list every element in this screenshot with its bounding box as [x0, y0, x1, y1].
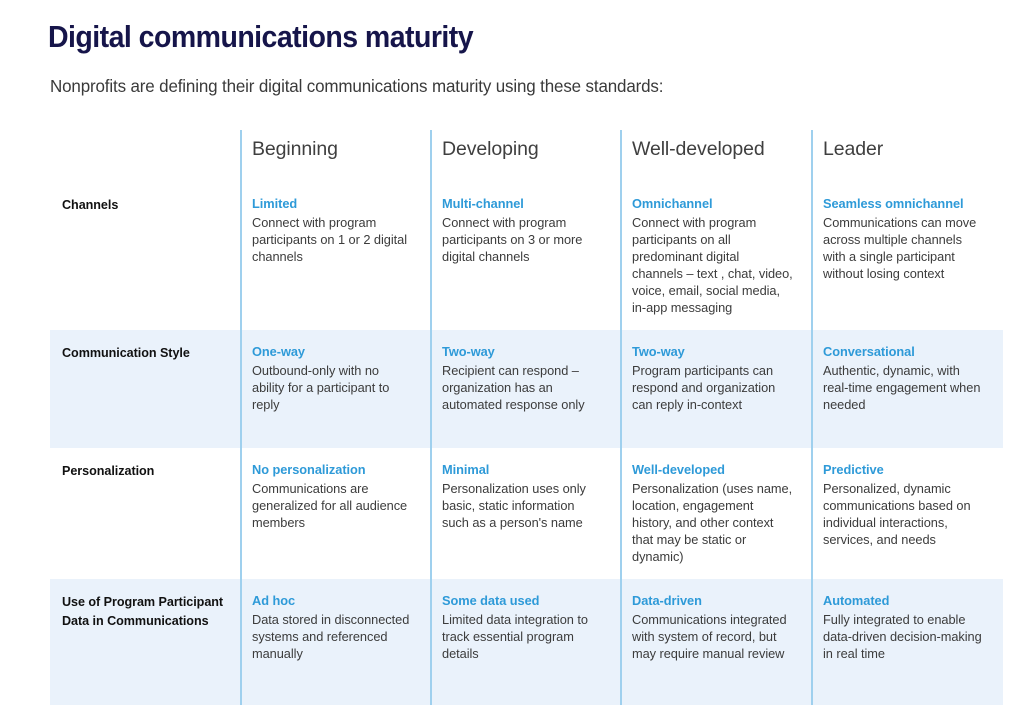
cell-body: Authentic, dynamic, with real-time engag… — [823, 362, 981, 412]
cell-body: Outbound-only with no ability for a part… — [252, 362, 390, 412]
cell-personalization-developing: Minimal Personalization uses only basic,… — [430, 447, 620, 579]
cell-body: Communications integrated with system of… — [632, 611, 787, 661]
cell-body: Personalization (uses name, location, en… — [632, 480, 793, 564]
maturity-matrix-table: Beginning Developing Well-developed Lead… — [50, 130, 1003, 705]
cell-title: Conversational — [823, 343, 915, 359]
table-corner-header — [50, 130, 240, 182]
cell-title: No personalization — [252, 461, 366, 477]
cell-personalization-well-developed: Well-developed Personalization (uses nam… — [620, 447, 811, 579]
row-label-channels: Channels — [50, 182, 240, 330]
cell-body: Connect with program participants on all… — [632, 214, 793, 315]
cell-channels-developing: Multi-channel Connect with program parti… — [430, 182, 620, 330]
cell-title: Two-way — [442, 343, 495, 359]
cell-channels-beginning: Limited Connect with program participant… — [240, 182, 430, 330]
page-subtitle: Nonprofits are defining their digital co… — [50, 75, 664, 96]
cell-title: Limited — [252, 196, 298, 211]
row-label-text: Use of Program Participant Data in Commu… — [62, 594, 224, 628]
cell-data-use-well-developed: Data-driven Communications integrated wi… — [620, 578, 811, 705]
cell-data-use-developing: Some data used Limited data integration … — [430, 578, 620, 705]
cell-personalization-leader: Predictive Personalized, dynamic communi… — [811, 447, 1001, 579]
cell-data-use-leader: Automated Fully integrated to enable dat… — [811, 578, 1001, 705]
cell-title: Some data used — [442, 592, 540, 608]
table-row: Channels Limited Connect with program pa… — [50, 182, 1003, 330]
table-row: Communication Style One-way Outbound-onl… — [50, 329, 1003, 448]
cell-body: Communications are generalized for all a… — [252, 480, 408, 530]
cell-title: One-way — [252, 343, 305, 359]
cell-body: Personalized, dynamic communications bas… — [823, 480, 971, 547]
page-title: Digital communications maturity — [48, 18, 474, 54]
cell-body: Program participants can respond and org… — [632, 362, 776, 412]
cell-title: Multi-channel — [442, 196, 524, 211]
table-row: Use of Program Participant Data in Commu… — [50, 578, 1003, 705]
row-label-personalization: Personalization — [50, 448, 240, 579]
cell-title: Data-driven — [632, 592, 702, 608]
cell-channels-well-developed: Omnichannel Connect with program partici… — [620, 182, 811, 330]
table-header-row: Beginning Developing Well-developed Lead… — [50, 130, 1003, 182]
cell-title: Ad hoc — [252, 592, 296, 608]
page-root: Digital communications maturity Nonprofi… — [0, 0, 1024, 705]
column-header-well-developed: Well-developed — [620, 130, 811, 182]
cell-body: Recipient can respond – organization has… — [442, 362, 585, 412]
cell-title: Automated — [823, 592, 890, 608]
cell-title: Minimal — [442, 461, 490, 477]
cell-personalization-beginning: No personalization Communications are ge… — [240, 447, 430, 579]
column-header-leader: Leader — [811, 130, 1001, 182]
cell-communication-style-developing: Two-way Recipient can respond – organiza… — [430, 329, 620, 448]
cell-channels-leader: Seamless omnichannel Communications can … — [811, 182, 1001, 330]
row-label-text: Channels — [62, 198, 119, 212]
cell-body: Communications can move across multiple … — [823, 214, 977, 281]
cell-body: Data stored in disconnected systems and … — [252, 611, 410, 661]
row-label-text: Personalization — [62, 463, 155, 478]
cell-body: Connect with program participants on 1 o… — [252, 214, 407, 264]
table-row: Personalization No personalization Commu… — [50, 447, 1003, 579]
column-header-beginning: Beginning — [240, 130, 430, 182]
cell-communication-style-well-developed: Two-way Program participants can respond… — [620, 329, 811, 448]
row-label-use-of-program-participant-data: Use of Program Participant Data in Commu… — [50, 579, 240, 705]
cell-title: Two-way — [632, 343, 685, 359]
cell-data-use-beginning: Ad hoc Data stored in disconnected syste… — [240, 578, 430, 705]
cell-title: Seamless omnichannel — [823, 196, 964, 211]
cell-title: Predictive — [823, 461, 884, 477]
cell-communication-style-beginning: One-way Outbound-only with no ability fo… — [240, 329, 430, 448]
cell-body: Connect with program participants on 3 o… — [442, 214, 583, 264]
cell-body: Fully integrated to enable data-driven d… — [823, 611, 982, 661]
cell-title: Well-developed — [632, 461, 725, 477]
cell-title: Omnichannel — [632, 196, 713, 211]
cell-body: Personalization uses only basic, static … — [442, 480, 586, 530]
cell-body: Limited data integration to track essent… — [442, 611, 588, 661]
column-header-developing: Developing — [430, 130, 620, 182]
cell-communication-style-leader: Conversational Authentic, dynamic, with … — [811, 329, 1001, 448]
row-label-text: Communication Style — [62, 345, 190, 360]
row-label-communication-style: Communication Style — [50, 330, 240, 448]
